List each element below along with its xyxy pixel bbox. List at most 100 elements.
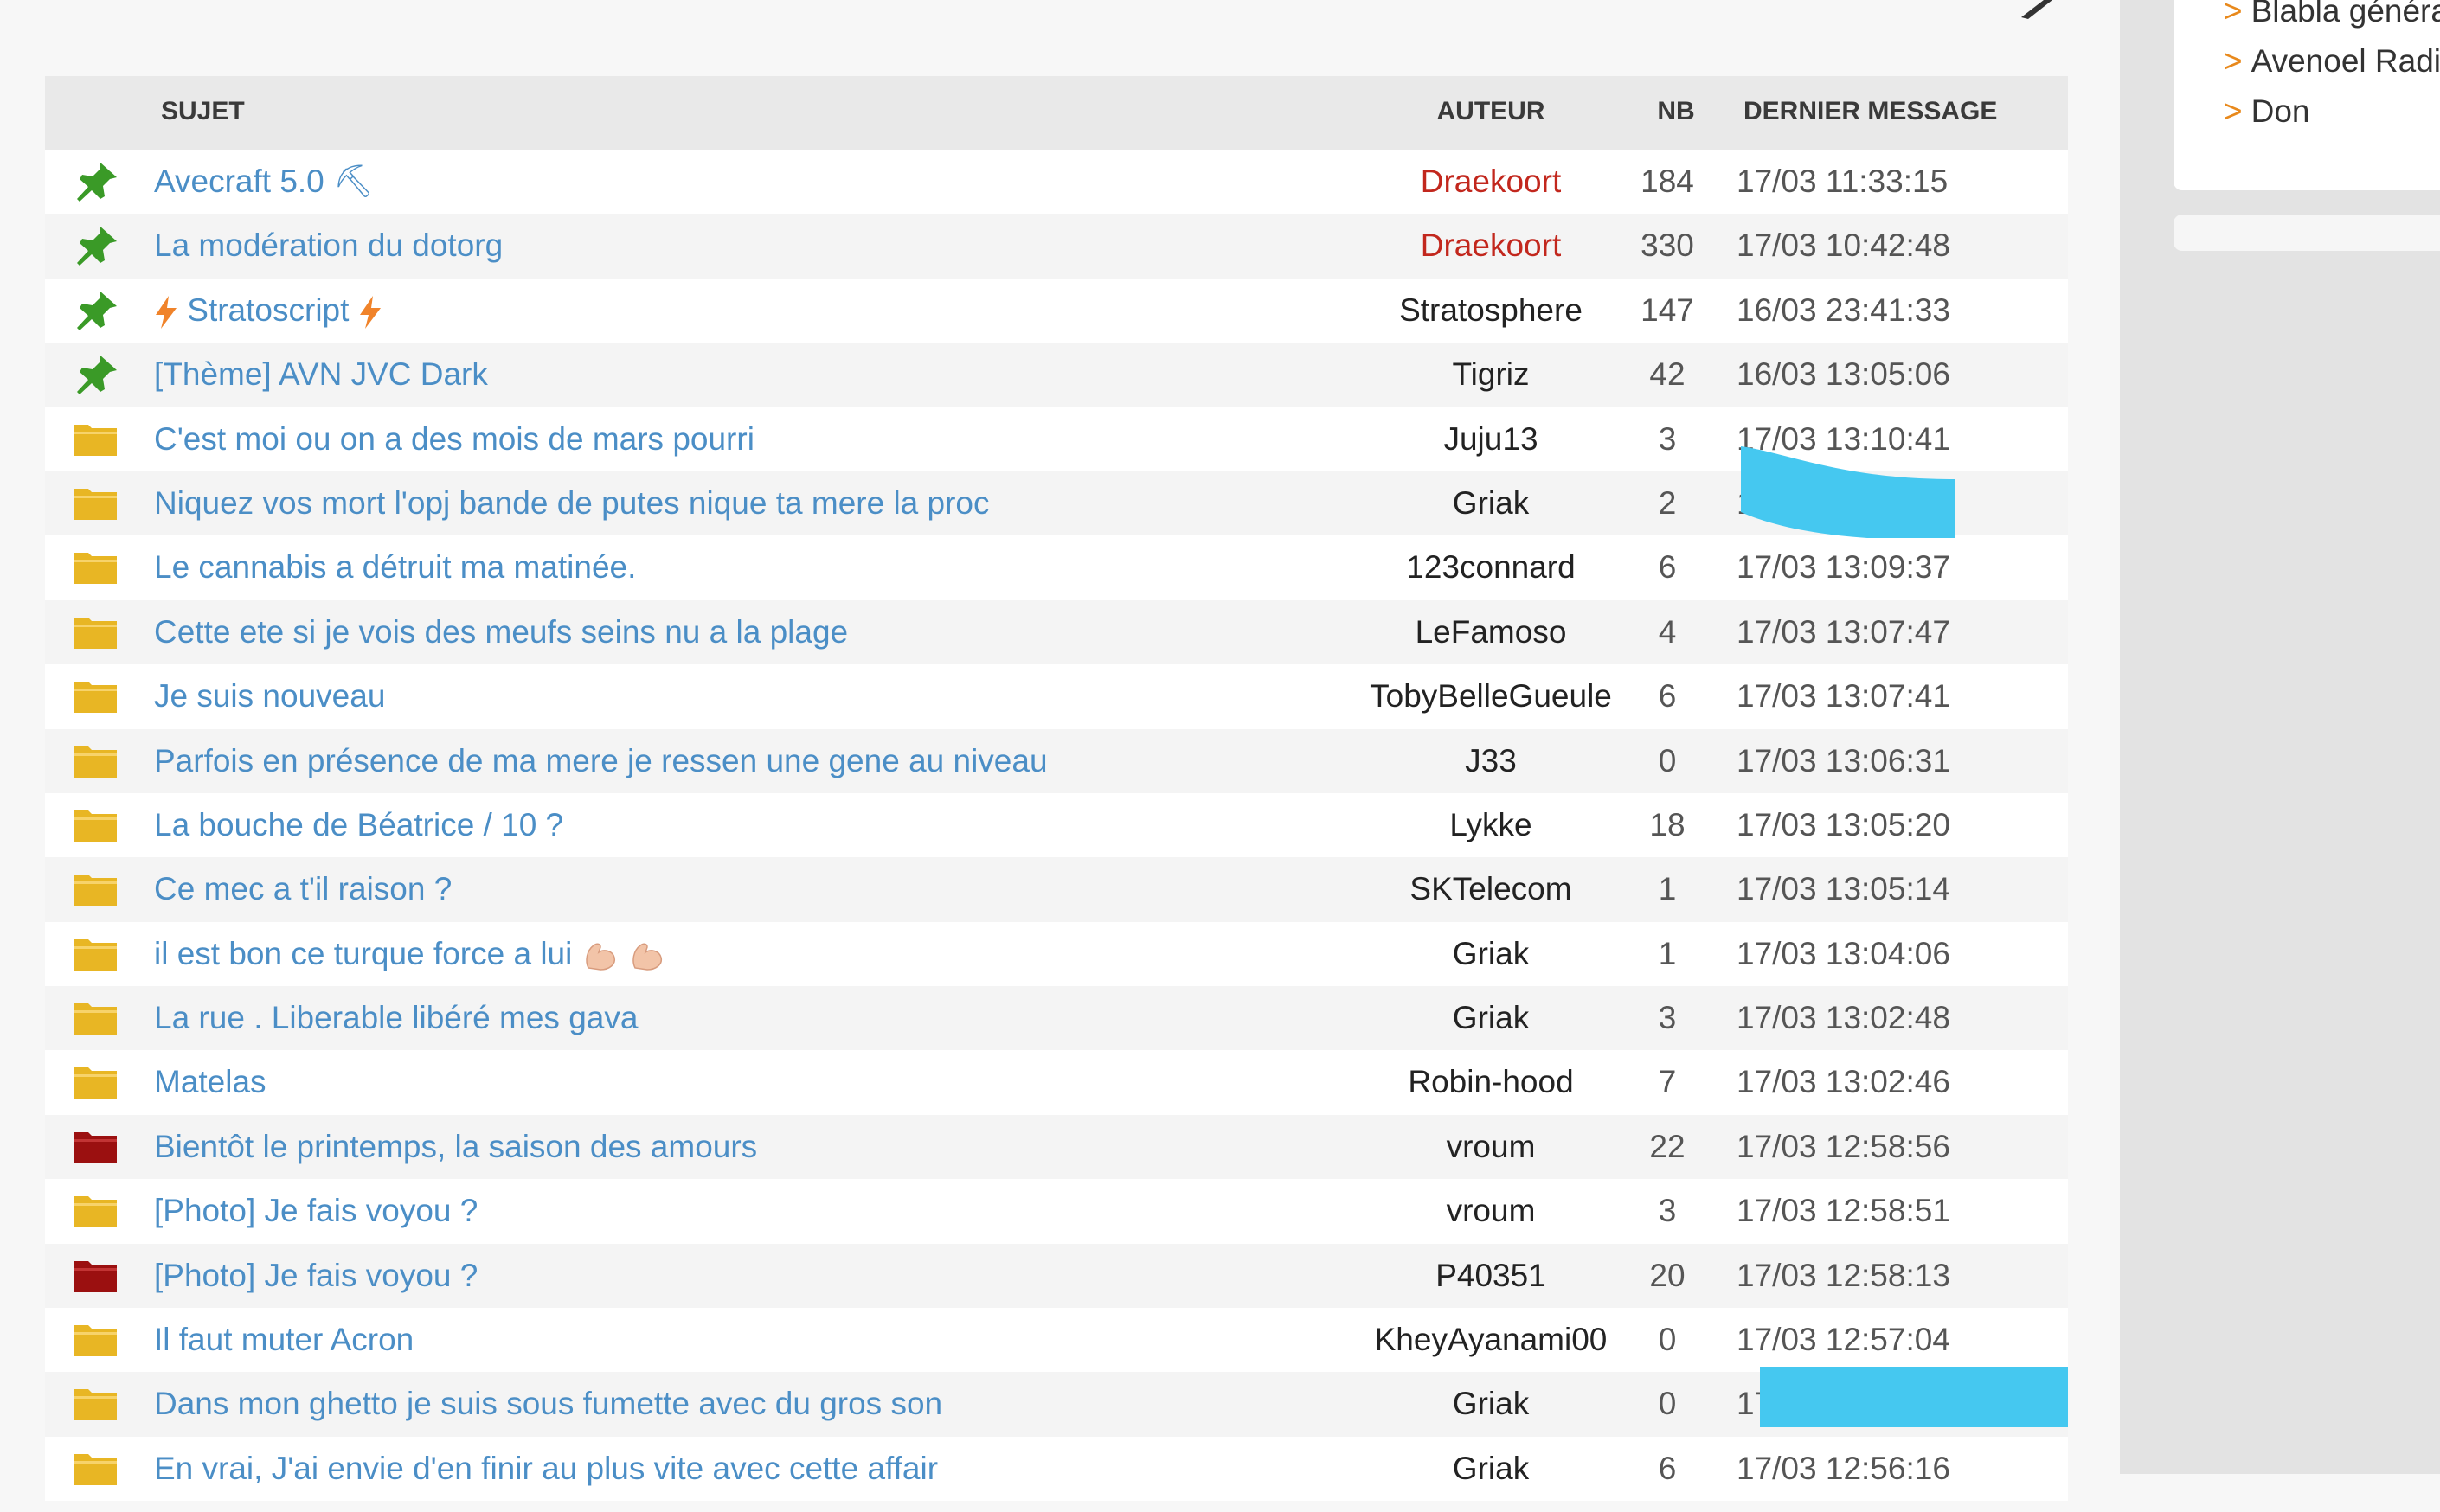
topic-author[interactable]: P40351 [1331, 1244, 1651, 1308]
table-row[interactable]: En vrai, J'ai envie d'en finir au plus v… [45, 1436, 2068, 1502]
topic-author[interactable]: Griak [1331, 1437, 1651, 1501]
table-row[interactable]: Stratoscript Stratosphere 147 16/03 23:41:… [45, 278, 2068, 343]
sidebar-forum-link[interactable]: > Blabla généra [2224, 0, 2440, 29]
topic-author[interactable]: LeFamoso [1331, 600, 1651, 664]
sidebar-forum-link[interactable]: > Avenoel Radi [2224, 43, 2440, 80]
topic-author[interactable]: J33 [1331, 729, 1651, 793]
topic-author[interactable]: SKTelecom [1331, 857, 1651, 921]
topic-title-link[interactable]: il est bon ce turque force a lui [154, 922, 666, 986]
table-row[interactable]: [Photo] Je fais voyou ? vroum 3 17/03 12:58… [45, 1179, 2068, 1244]
topic-reply-count: 0 [1658, 1322, 1677, 1358]
table-row[interactable]: Matelas Robin-hood 7 17/03 13:02:46 [45, 1050, 2068, 1115]
topic-author[interactable]: Tigriz [1331, 343, 1651, 407]
sidebar-forum-link[interactable]: > Don [2224, 93, 2310, 130]
topic-title-link[interactable]: Je suis nouveau [154, 664, 385, 728]
topic-title-link[interactable]: Il faut muter Acron [154, 1308, 414, 1372]
topic-author[interactable]: Lykke [1331, 793, 1651, 857]
table-row[interactable]: Cette ete si je vois des meufs seins nu … [45, 599, 2068, 665]
topic-author[interactable]: vroum [1331, 1115, 1651, 1179]
table-row[interactable]: La modération du dotorg Draekoort 330 17/03… [45, 214, 2068, 279]
topic-author[interactable]: TobyBelleGueule [1331, 664, 1651, 728]
topic-title-text: Je suis nouveau [154, 678, 386, 714]
topic-author[interactable]: Robin-hood [1331, 1050, 1651, 1114]
table-row[interactable]: Le cannabis a détruit ma matinée. 123conn… [45, 535, 2068, 600]
table-row[interactable]: Je suis nouveau TobyBelleGueule 6 17/03 13:… [45, 664, 2068, 729]
topic-title-text: [Thème] AVN JVC Dark [154, 356, 488, 393]
folder-icon [71, 1189, 119, 1233]
topic-author[interactable]: Griak [1331, 922, 1651, 986]
table-row[interactable]: Ce mec a t'il raison ? SKTelecom 1 17/03 13… [45, 857, 2068, 922]
topic-reply-count: 20 [1649, 1257, 1686, 1293]
topic-title-text: Avecraft 5.0 ⛏ [154, 163, 375, 199]
topic-title-link[interactable]: Niquez vos mort l'opj bande de putes niq… [154, 471, 990, 535]
table-row[interactable]: il est bon ce turque force a lui Griak 1 1… [45, 921, 2068, 987]
topic-author[interactable]: Draekoort [1331, 214, 1651, 278]
topic-reply-count: 3 [1658, 1000, 1677, 1036]
topic-last-message-time[interactable]: 16/03 23:41:33 [1737, 279, 1950, 343]
topic-author[interactable]: Stratosphere [1331, 279, 1651, 343]
topic-title-link[interactable]: Bientôt le printemps, la saison des amou… [154, 1115, 757, 1179]
topic-title-link[interactable]: Dans mon ghetto je suis sous fumette ave… [154, 1372, 942, 1436]
topic-title-text: Ce mec a t'il raison ? [154, 871, 453, 907]
topic-author[interactable]: Griak [1331, 1372, 1651, 1436]
topic-author[interactable]: Juju13 [1331, 407, 1651, 471]
pencil-icon[interactable] [2018, 0, 2052, 19]
table-row[interactable]: La bouche de Béatrice / 10 ? Lykke 18 17/03… [45, 792, 2068, 858]
topic-last-message-time[interactable]: 17/03 13:06:31 [1737, 729, 1950, 793]
topic-title-link[interactable]: La rue . Liberable libéré mes gava [154, 986, 638, 1050]
topic-last-message-time[interactable]: 17/03 12:57:04 [1737, 1308, 1950, 1372]
topic-title-link[interactable]: [Thème] AVN JVC Dark [154, 343, 488, 407]
topic-title-link[interactable]: Stratoscript [154, 279, 382, 343]
topic-last-message-time[interactable]: 17/03 13:07:47 [1737, 600, 1950, 664]
topic-last-message-time[interactable]: 17/03 12:56:16 [1737, 1437, 1950, 1501]
topic-last-message-time[interactable]: 17/03 13:02:46 [1737, 1050, 1950, 1114]
topic-title-link[interactable]: Matelas [154, 1050, 266, 1114]
topic-last-message-time[interactable]: 16/03 13:05:06 [1737, 343, 1950, 407]
topic-title-link[interactable]: Le cannabis a détruit ma matinée. [154, 535, 636, 599]
topic-title-link[interactable]: [Photo] Je fais voyou ? [154, 1244, 478, 1308]
topic-author[interactable]: Griak [1331, 986, 1651, 1050]
topic-last-message-time[interactable]: 17/03 13:05:20 [1737, 793, 1950, 857]
topic-title-link[interactable]: La modération du dotorg [154, 214, 503, 278]
table-row[interactable]: Il faut muter Acron KheyAyanami00 0 17/03 1… [45, 1308, 2068, 1373]
table-body: Avecraft 5.0 ⛏ Draekoort 184 17/03 11:33:15… [45, 150, 2068, 1502]
topic-last-message-time[interactable]: 17/03 12:58:51 [1737, 1179, 1950, 1243]
table-row[interactable]: La rue . Liberable libéré mes gava Griak 3… [45, 986, 2068, 1051]
topic-title-text: [Photo] Je fais voyou ? [154, 1193, 478, 1229]
table-row[interactable]: Bientôt le printemps, la saison des amou… [45, 1114, 2068, 1180]
topic-title-link[interactable]: Cette ete si je vois des meufs seins nu … [154, 600, 848, 664]
topic-last-message-time[interactable]: 17/03 12:58:13 [1737, 1244, 1950, 1308]
table-row[interactable]: Avecraft 5.0 ⛏ Draekoort 184 17/03 11:33:15 [45, 150, 2068, 215]
topic-title-link[interactable]: C'est moi ou on a des mois de mars pourr… [154, 407, 754, 471]
topic-title-link[interactable]: Avecraft 5.0 ⛏ [154, 150, 374, 214]
topic-title-link[interactable]: En vrai, J'ai envie d'en finir au plus v… [154, 1437, 938, 1501]
topic-last-message-time[interactable]: 17/03 13:07:41 [1737, 664, 1950, 728]
topic-last-message-time[interactable]: 17/03 13:02:48 [1737, 986, 1950, 1050]
folder-icon [71, 675, 119, 718]
table-row[interactable]: Parfois en présence de ma mere je ressen… [45, 728, 2068, 793]
topic-reply-count: 42 [1649, 356, 1686, 393]
topic-title-link[interactable]: [Photo] Je fais voyou ? [154, 1179, 478, 1243]
topic-last-message-time[interactable]: 17/03 13:09:37 [1737, 535, 1950, 599]
topic-author[interactable]: 123connard [1331, 535, 1651, 599]
topic-last-message-time[interactable]: 17/03 13:05:14 [1737, 857, 1950, 921]
topic-last-message-time[interactable]: 17/03 12:58:56 [1737, 1115, 1950, 1179]
topic-title-text: Stratoscript [187, 292, 350, 328]
topic-title-link[interactable]: Parfois en présence de ma mere je ressen… [154, 729, 1048, 793]
table-row[interactable]: [Thème] AVN JVC Dark Tigriz 42 16/03 13:05:… [45, 343, 2068, 407]
table-row[interactable]: [Photo] Je fais voyou ? P40351 20 17/03 12:… [45, 1243, 2068, 1309]
topic-last-message-time[interactable]: 17/03 10:42:48 [1737, 214, 1950, 278]
topic-title-link[interactable]: La bouche de Béatrice / 10 ? [154, 793, 563, 857]
topic-title-link[interactable]: Ce mec a t'il raison ? [154, 857, 452, 921]
topic-author[interactable]: Griak [1331, 471, 1651, 535]
topic-author[interactable]: KheyAyanami00 [1331, 1308, 1651, 1372]
marker-highlight [1741, 446, 1955, 538]
topic-author[interactable]: Draekoort [1331, 150, 1651, 214]
topic-title-text: Cette ete si je vois des meufs seins nu … [154, 613, 849, 650]
topic-author[interactable]: vroum [1331, 1179, 1651, 1243]
topic-reply-count: 3 [1658, 1193, 1677, 1229]
topic-last-message-time[interactable]: 17/03 13:04:06 [1737, 922, 1950, 986]
lightning-icon [156, 296, 177, 329]
chevron-right-icon: > [2224, 0, 2243, 29]
topic-last-message-time[interactable]: 17/03 11:33:15 [1737, 150, 1948, 214]
